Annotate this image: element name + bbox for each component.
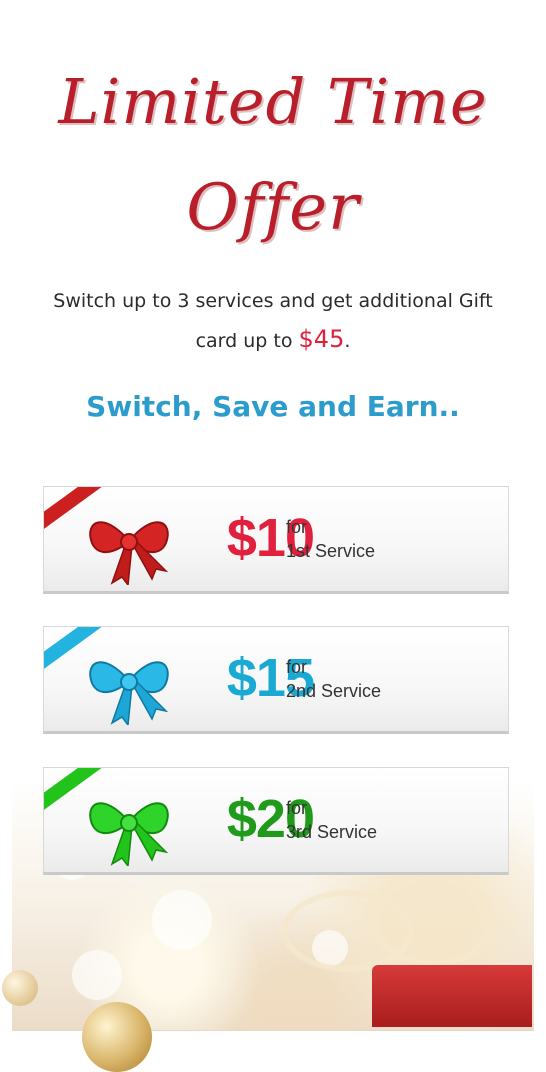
offer-description-text: Switch up to 3 services and get addition… bbox=[53, 290, 493, 352]
gift-box-image bbox=[372, 965, 532, 1027]
offer-for-text: for bbox=[286, 517, 308, 537]
offer-service-text: 1st Service bbox=[286, 541, 376, 561]
offer-label: for 2nd Service bbox=[286, 655, 381, 703]
offer-card-1: $10 for 1st Service bbox=[43, 486, 509, 594]
offer-for-text: for bbox=[286, 798, 308, 818]
offer-service-text: 2nd Service bbox=[286, 681, 382, 701]
offer-label: for 1st Service bbox=[286, 515, 375, 563]
max-gift-amount: $45 bbox=[298, 325, 345, 353]
headline-line1: Limited Time bbox=[58, 65, 488, 138]
tagline: Switch, Save and Earn.. bbox=[86, 390, 460, 423]
offer-description: Switch up to 3 services and get addition… bbox=[40, 282, 506, 360]
offer-card-3: $20 for 3rd Service bbox=[43, 767, 509, 875]
headline-line2: Offer bbox=[186, 171, 360, 245]
offer-service-text: 3rd Service bbox=[286, 822, 378, 842]
offer-for-text: for bbox=[286, 657, 308, 677]
offer-label: for 3rd Service bbox=[286, 796, 377, 844]
offer-description-end: . bbox=[344, 330, 351, 352]
offer-card-2: $15 for 2nd Service bbox=[43, 626, 509, 734]
